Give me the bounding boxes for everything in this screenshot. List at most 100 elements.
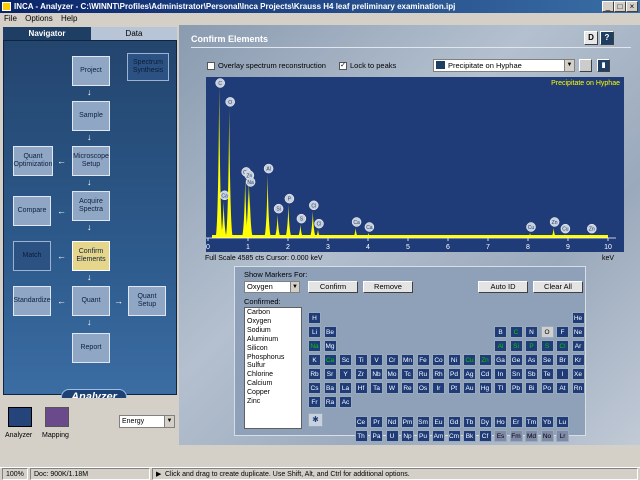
element-dy[interactable]: Dy: [478, 416, 492, 428]
element-cr[interactable]: Cr: [385, 354, 399, 366]
element-fe[interactable]: Fe: [416, 354, 430, 366]
element-sn[interactable]: Sn: [509, 368, 523, 380]
element-ce[interactable]: Ce: [354, 416, 368, 428]
energy-select[interactable]: Energy ▼: [119, 415, 175, 428]
list-item[interactable]: Silicon: [247, 345, 299, 354]
element-cm[interactable]: Cm: [447, 430, 461, 442]
element-ti[interactable]: Ti: [354, 354, 368, 366]
nav-report[interactable]: Report: [72, 333, 110, 363]
element-mn[interactable]: Mn: [401, 354, 414, 366]
element-u[interactable]: U: [385, 430, 399, 442]
lock-checkbox[interactable]: ✓ Lock to peaks: [339, 61, 396, 71]
element-am[interactable]: Am: [432, 430, 445, 442]
element-lu[interactable]: Lu: [556, 416, 569, 428]
element-np[interactable]: Np: [401, 430, 414, 442]
element-v[interactable]: V: [370, 354, 383, 366]
list-item[interactable]: Zinc: [247, 398, 299, 407]
menu-file[interactable]: File: [4, 14, 17, 23]
element-cu[interactable]: Cu: [463, 354, 476, 366]
element-br[interactable]: Br: [556, 354, 569, 366]
element-n[interactable]: N: [525, 326, 538, 338]
element-md[interactable]: Md: [525, 430, 538, 442]
element-eu[interactable]: Eu: [432, 416, 445, 428]
element-ac[interactable]: Ac: [339, 396, 352, 408]
element-na[interactable]: Na: [308, 340, 321, 352]
element-ge[interactable]: Ge: [509, 354, 523, 366]
element-tc[interactable]: Tc: [401, 368, 414, 380]
element-si[interactable]: Si: [509, 340, 523, 352]
confirmed-list[interactable]: Carbon Oxygen Sodium Aluminum Silicon Phospho…: [244, 307, 302, 429]
element-al[interactable]: Al: [494, 340, 507, 352]
element-ho[interactable]: Ho: [494, 416, 507, 428]
element-be[interactable]: Be: [323, 326, 337, 338]
overlay-checkbox[interactable]: Overlay spectrum reconstruction: [207, 61, 326, 71]
element-er[interactable]: Er: [509, 416, 523, 428]
element-i[interactable]: I: [556, 368, 569, 380]
element-ar[interactable]: Ar: [571, 340, 585, 352]
menu-options[interactable]: Options: [25, 14, 53, 23]
nav-compare[interactable]: Compare: [13, 196, 51, 226]
element-rn[interactable]: Rn: [571, 382, 585, 394]
element-pm[interactable]: Pm: [401, 416, 414, 428]
element-c[interactable]: C: [509, 326, 523, 338]
element-f[interactable]: F: [556, 326, 569, 338]
element-as[interactable]: As: [525, 354, 538, 366]
element-tm[interactable]: Tm: [525, 416, 538, 428]
nav-acquire-spectra[interactable]: Acquire Spectra: [72, 191, 110, 221]
element-y[interactable]: Y: [339, 368, 352, 380]
element-re[interactable]: Re: [401, 382, 414, 394]
list-item[interactable]: Carbon: [247, 309, 299, 318]
element-ga[interactable]: Ga: [494, 354, 507, 366]
element-pu[interactable]: Pu: [416, 430, 430, 442]
element-ru[interactable]: Ru: [416, 368, 430, 380]
list-item[interactable]: Sodium: [247, 327, 299, 336]
element-mg[interactable]: Mg: [323, 340, 337, 352]
list-item[interactable]: Copper: [247, 389, 299, 398]
close-button[interactable]: ×: [626, 1, 638, 12]
nav-confirm-elements[interactable]: Confirm Elements: [72, 241, 110, 271]
element-pr[interactable]: Pr: [370, 416, 383, 428]
nav-standardize[interactable]: Standardize: [13, 286, 51, 316]
element-se[interactable]: Se: [540, 354, 554, 366]
element-pa[interactable]: Pa: [370, 430, 383, 442]
element-tl[interactable]: Tl: [494, 382, 507, 394]
element-po[interactable]: Po: [540, 382, 554, 394]
analyzer-mode-icon[interactable]: [8, 407, 32, 427]
element-au[interactable]: Au: [463, 382, 476, 394]
element-la[interactable]: La: [339, 382, 352, 394]
element-ba[interactable]: Ba: [323, 382, 337, 394]
marker-tool-icon[interactable]: ✱: [308, 413, 323, 427]
element-ag[interactable]: Ag: [463, 368, 476, 380]
auto-id-button[interactable]: Auto ID: [478, 281, 528, 293]
tab-data[interactable]: Data: [91, 27, 177, 40]
element-tb[interactable]: Tb: [463, 416, 476, 428]
element-fr[interactable]: Fr: [308, 396, 321, 408]
element-bk[interactable]: Bk: [463, 430, 476, 442]
element-bi[interactable]: Bi: [525, 382, 538, 394]
element-mo[interactable]: Mo: [385, 368, 399, 380]
nav-match[interactable]: Match: [13, 241, 51, 271]
element-yb[interactable]: Yb: [540, 416, 554, 428]
menu-help[interactable]: Help: [61, 14, 77, 23]
nav-project[interactable]: Project: [72, 56, 110, 86]
list-item[interactable]: Calcium: [247, 380, 299, 389]
element-ta[interactable]: Ta: [370, 382, 383, 394]
element-s[interactable]: S: [540, 340, 554, 352]
element-pt[interactable]: Pt: [447, 382, 461, 394]
nav-microscope-setup[interactable]: Microscope Setup: [72, 146, 110, 176]
mapping-mode-icon[interactable]: [45, 407, 69, 427]
element-gd[interactable]: Gd: [447, 416, 461, 428]
spectrum-prev-icon[interactable]: [579, 59, 592, 72]
element-at[interactable]: At: [556, 382, 569, 394]
nav-quant[interactable]: Quant: [72, 286, 110, 316]
element-te[interactable]: Te: [540, 368, 554, 380]
element-th[interactable]: Th: [354, 430, 368, 442]
element-xe[interactable]: Xe: [571, 368, 585, 380]
element-fm[interactable]: Fm: [509, 430, 523, 442]
nav-quant-optimization[interactable]: Quant Optimization: [13, 146, 53, 176]
element-in[interactable]: In: [494, 368, 507, 380]
element-h[interactable]: H: [308, 312, 321, 324]
spectrum-tool-icon[interactable]: ▮: [597, 59, 610, 72]
minimize-button[interactable]: _: [602, 1, 614, 12]
element-select[interactable]: Oxygen ▼: [244, 281, 300, 293]
